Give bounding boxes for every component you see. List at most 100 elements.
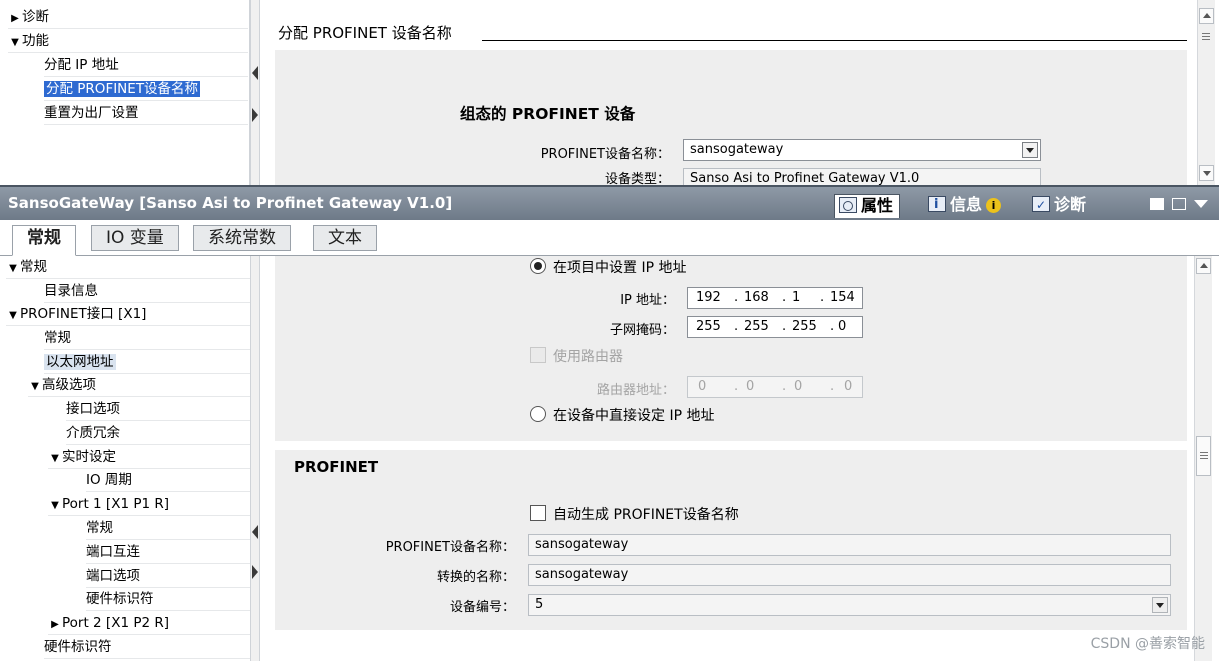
subnet-mask-label: 子网掩码： [609,323,675,338]
octet-separator: . [734,290,739,305]
router-octet: 0 [844,379,853,394]
collapse-down-icon[interactable]: ▼ [6,304,20,327]
nav-port1-hardware-id[interactable]: 硬件标识符 [86,588,250,611]
collapse-left-icon[interactable] [252,525,258,539]
collapse-down-icon[interactable]: ▼ [48,447,62,470]
profinet-device-name-value: sansogateway [535,537,629,552]
subtab-general[interactable]: 常规 [12,225,76,256]
tree-item-label: 硬件标识符 [86,591,154,607]
inspector-subtabs: 常规 IO 变量 系统常数 文本 [0,220,1219,256]
section-title: 分配 PROFINET 设备名称 [278,24,452,42]
tree-item-label: 接口选项 [66,401,120,417]
tree-item-diagnostics[interactable]: ▶ 诊断 [8,6,248,29]
nav-media-redundancy[interactable]: 介质冗余 [66,422,250,445]
nav-interface-general[interactable]: 常规 [44,327,250,350]
device-name-select[interactable]: sansogateway [683,139,1041,161]
collapse-down-icon[interactable]: ▼ [48,494,62,517]
octet-separator: . [830,319,835,334]
set-ip-on-device-radio[interactable] [530,406,546,422]
collapse-down-icon[interactable]: ▼ [8,31,22,54]
nav-port-1[interactable]: ▼ Port 1 [X1 P1 R] [48,493,250,516]
expand-right-icon[interactable] [252,108,258,122]
set-ip-in-project-label: 在项目中设置 IP 地址 [553,260,687,276]
profinet-device-name-label: PROFINET设备名称： [385,540,515,555]
tree-item-label: 高级选项 [42,377,96,393]
nav-port-interconnection[interactable]: 端口互连 [86,541,250,564]
dropdown-arrow-icon[interactable] [1022,142,1038,158]
use-router-checkbox[interactable] [530,347,546,363]
scroll-up-icon[interactable] [1196,258,1211,274]
ip-protocol-panel: 在项目中设置 IP 地址 IP 地址： 192 . 168 . 1 . 154 … [275,256,1187,441]
use-router-label: 使用路由器 [553,349,623,365]
auto-generate-name-checkbox[interactable] [530,505,546,521]
tree-item-label: Port 1 [X1 P1 R] [62,496,169,512]
pane-splitter[interactable] [250,0,260,185]
collapse-panel-icon[interactable] [1194,200,1208,208]
subnet-mask-input[interactable]: 255 . 255 . 255 . 0 [687,316,863,338]
nav-port-2[interactable]: ▶ Port 2 [X1 P2 R] [48,612,250,635]
tree-item-label: 分配 IP 地址 [44,57,119,73]
expand-right-icon[interactable]: ▶ [48,613,62,636]
device-number-select[interactable]: 5 [528,594,1171,616]
tree-item-label: 分配 PROFINET设备名称 [44,81,201,97]
collapse-left-icon[interactable] [252,66,258,80]
scroll-up-icon[interactable] [1199,8,1214,24]
properties-nav-tree: ▼ 常规 目录信息 ▼ PROFINET接口 [X1] 常规 以太网地址 ▼ 高级选项… [0,256,250,661]
maximize-icon[interactable] [1172,198,1186,210]
nav-interface-options[interactable]: 接口选项 [66,398,250,421]
properties-scrollbar[interactable] [1194,256,1212,661]
tab-info[interactable]: 信息i [924,194,1011,218]
tree-item-assign-ip[interactable]: 分配 IP 地址 [44,54,248,77]
scroll-grip-icon[interactable] [1202,33,1210,40]
configured-device-heading: 组态的 PROFINET 设备 [460,105,636,123]
subtab-system-constants[interactable]: 系统常数 [193,225,291,251]
device-number-value: 5 [535,597,544,612]
ip-octet: 192 [696,290,721,305]
tab-diagnostics[interactable]: 诊断 [1028,194,1092,218]
expand-right-icon[interactable] [252,565,258,579]
router-octet: 0 [794,379,803,394]
tree-item-assign-profinet-name[interactable]: 分配 PROFINET设备名称 [44,78,248,101]
subtab-texts[interactable]: 文本 [313,225,377,251]
float-window-icon[interactable] [1150,198,1164,210]
nav-realtime-settings[interactable]: ▼ 实时设定 [48,446,250,469]
nav-port1-general[interactable]: 常规 [86,517,250,540]
expand-right-icon[interactable]: ▶ [8,7,22,30]
top-scrollbar[interactable] [1197,0,1215,185]
tree-item-reset-factory[interactable]: 重置为出厂设置 [44,102,248,125]
nav-hardware-id[interactable]: 硬件标识符 [44,636,250,659]
collapse-down-icon[interactable]: ▼ [28,375,42,398]
router-address-input[interactable]: 0 . 0 . 0 . 0 [687,376,863,398]
ip-address-input[interactable]: 192 . 168 . 1 . 154 [687,287,863,309]
tab-properties-label: 属性 [861,196,894,215]
tree-item-label: 功能 [22,33,49,49]
info-icon [928,194,946,216]
tree-item-label: 常规 [86,520,113,536]
bottom-pane-splitter[interactable] [250,256,260,661]
router-address-label: 路由器地址： [596,383,675,398]
tab-properties[interactable]: 属性 [834,194,901,218]
set-ip-in-project-radio[interactable] [530,258,546,274]
tree-item-functions[interactable]: ▼ 功能 [8,30,248,53]
ip-octet: 154 [830,290,855,305]
subnet-octet: 255 [744,319,769,334]
nav-catalog-info[interactable]: 目录信息 [44,280,250,303]
nav-general[interactable]: ▼ 常规 [6,256,250,279]
subtab-io-tags[interactable]: IO 变量 [91,225,179,251]
scroll-thumb[interactable] [1196,436,1211,476]
nav-ethernet-addresses[interactable]: 以太网地址 [44,351,250,374]
tree-item-label: 硬件标识符 [44,639,112,655]
octet-separator: . [734,319,739,334]
scroll-grip-icon[interactable] [1200,452,1208,459]
nav-port-options[interactable]: 端口选项 [86,565,250,588]
nav-io-cycle[interactable]: IO 周期 [86,469,250,492]
profinet-device-name-field[interactable]: sansogateway [528,534,1171,556]
collapse-down-icon[interactable]: ▼ [6,257,20,280]
scroll-down-icon[interactable] [1199,165,1214,181]
section-divider [482,40,1187,41]
tree-item-label: 介质冗余 [66,425,120,441]
ip-address-label: IP 地址： [620,293,675,308]
nav-profinet-interface[interactable]: ▼ PROFINET接口 [X1] [6,303,250,326]
dropdown-arrow-icon[interactable] [1152,597,1168,613]
nav-advanced-options[interactable]: ▼ 高级选项 [28,374,250,397]
